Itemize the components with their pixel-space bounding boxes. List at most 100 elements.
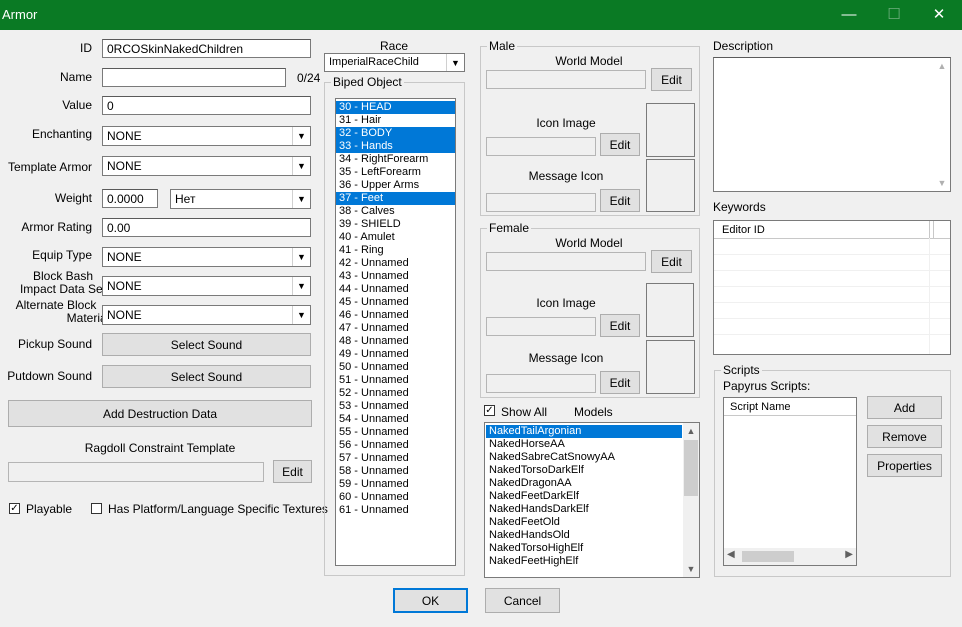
models-list-item[interactable]: NakedHandsDarkElf xyxy=(486,503,682,516)
male-world-model-field[interactable] xyxy=(486,70,646,89)
scroll-up-icon[interactable]: ▲ xyxy=(934,58,950,74)
biped-object-list-item[interactable]: 43 - Unnamed xyxy=(336,270,455,283)
models-listbox[interactable]: NakedTailArgonian NakedHorseAA NakedSabreC… xyxy=(484,422,700,578)
chevron-down-icon[interactable]: ▼ xyxy=(292,248,310,266)
male-icon-image-field[interactable] xyxy=(486,137,596,156)
add-script-button[interactable]: Add xyxy=(867,396,942,419)
scripts-list[interactable]: Script Name ◀ ▶ xyxy=(723,397,857,566)
female-message-icon-edit-button[interactable]: Edit xyxy=(600,371,640,394)
close-icon[interactable]: ✕ xyxy=(916,0,962,30)
weight-type-dropdown[interactable]: Нет ▼ xyxy=(170,189,311,209)
male-icon-image-edit-button[interactable]: Edit xyxy=(600,133,640,156)
models-list-item[interactable]: NakedTorsoDarkElf xyxy=(486,464,682,477)
male-message-icon-edit-button[interactable]: Edit xyxy=(600,189,640,212)
add-destruction-data-button[interactable]: Add Destruction Data xyxy=(8,400,312,427)
scripts-hscrollbar[interactable]: ◀ ▶ xyxy=(724,548,856,565)
biped-object-list-item[interactable]: 41 - Ring xyxy=(336,244,455,257)
alternate-block-dropdown[interactable]: NONE ▼ xyxy=(102,305,311,325)
biped-object-list-item[interactable]: 36 - Upper Arms xyxy=(336,179,455,192)
properties-button[interactable]: Properties xyxy=(867,454,942,477)
biped-object-list-item[interactable]: 61 - Unnamed xyxy=(336,504,455,517)
biped-object-list-item[interactable]: 58 - Unnamed xyxy=(336,465,455,478)
cancel-button[interactable]: Cancel xyxy=(485,588,560,613)
models-list-item[interactable]: NakedHorseAA xyxy=(486,438,682,451)
minimize-icon[interactable]: — xyxy=(826,0,872,30)
biped-object-list-item[interactable]: 42 - Unnamed xyxy=(336,257,455,270)
chevron-down-icon[interactable]: ▼ xyxy=(292,306,310,324)
biped-object-list-item[interactable]: 60 - Unnamed xyxy=(336,491,455,504)
biped-object-list-item[interactable]: 49 - Unnamed xyxy=(336,348,455,361)
platform-textures-checkbox[interactable] xyxy=(91,503,102,514)
biped-object-list-item[interactable]: 40 - Amulet xyxy=(336,231,455,244)
female-message-icon-field[interactable] xyxy=(486,374,596,393)
name-field[interactable] xyxy=(102,68,286,87)
playable-checkbox[interactable]: ✓ xyxy=(9,503,20,514)
ragdoll-field[interactable] xyxy=(8,462,264,482)
biped-object-list-item[interactable]: 51 - Unnamed xyxy=(336,374,455,387)
male-world-model-edit-button[interactable]: Edit xyxy=(651,68,692,91)
description-scrollbar[interactable]: ▲ ▼ xyxy=(934,58,950,191)
biped-object-list-item[interactable]: 47 - Unnamed xyxy=(336,322,455,335)
biped-object-list-item[interactable]: 59 - Unnamed xyxy=(336,478,455,491)
biped-object-list-item[interactable]: 39 - SHIELD xyxy=(336,218,455,231)
block-bash-dropdown[interactable]: NONE ▼ xyxy=(102,276,311,296)
equip-type-dropdown[interactable]: NONE ▼ xyxy=(102,247,311,267)
models-list-item[interactable]: NakedTorsoHighElf xyxy=(486,542,682,555)
biped-object-list-item[interactable]: 32 - BODY xyxy=(336,127,455,140)
editor-id-column-header[interactable]: Editor ID xyxy=(722,224,765,236)
biped-object-list[interactable]: 30 - HEAD 31 - Hair 32 - BODY 33 - Hands 34 … xyxy=(335,98,456,566)
chevron-down-icon[interactable]: ▼ xyxy=(292,157,310,175)
scroll-left-icon[interactable]: ◀ xyxy=(727,549,735,560)
female-world-model-field[interactable] xyxy=(486,252,646,271)
biped-object-list-item[interactable]: 34 - RightForearm xyxy=(336,153,455,166)
scroll-down-icon[interactable]: ▼ xyxy=(934,175,950,191)
scroll-up-icon[interactable]: ▲ xyxy=(683,423,699,439)
race-dropdown[interactable]: ImperialRaceChild ▼ xyxy=(324,53,465,72)
biped-object-list-item[interactable]: 53 - Unnamed xyxy=(336,400,455,413)
chevron-down-icon[interactable]: ▼ xyxy=(292,127,310,145)
models-scrollbar[interactable]: ▲ ▼ xyxy=(683,423,699,577)
value-field[interactable]: 0 xyxy=(102,96,311,115)
scroll-thumb[interactable] xyxy=(742,551,794,562)
models-list-item[interactable]: NakedTailArgonian xyxy=(486,425,682,438)
male-message-icon-field[interactable] xyxy=(486,193,596,212)
biped-object-list-item[interactable]: 30 - HEAD xyxy=(336,101,455,114)
models-list-item[interactable]: NakedSabreCatSnowyAA xyxy=(486,451,682,464)
biped-object-list-item[interactable]: 45 - Unnamed xyxy=(336,296,455,309)
scroll-down-icon[interactable]: ▼ xyxy=(683,561,699,577)
biped-object-list-item[interactable]: 57 - Unnamed xyxy=(336,452,455,465)
models-list-item[interactable]: NakedFeetDarkElf xyxy=(486,490,682,503)
biped-object-list-item[interactable]: 46 - Unnamed xyxy=(336,309,455,322)
scroll-right-icon[interactable]: ▶ xyxy=(845,549,853,560)
pickup-select-sound-button[interactable]: Select Sound xyxy=(102,333,311,356)
keywords-list[interactable]: Editor ID xyxy=(713,220,951,355)
ragdoll-edit-button[interactable]: Edit xyxy=(273,460,312,483)
female-icon-image-edit-button[interactable]: Edit xyxy=(600,314,640,337)
biped-object-list-item[interactable]: 50 - Unnamed xyxy=(336,361,455,374)
show-all-checkbox[interactable]: ✓ xyxy=(484,405,495,416)
armor-rating-field[interactable]: 0.00 xyxy=(102,218,311,237)
chevron-down-icon[interactable]: ▼ xyxy=(292,277,310,295)
ok-button[interactable]: OK xyxy=(393,588,468,613)
biped-object-list-item[interactable]: 54 - Unnamed xyxy=(336,413,455,426)
chevron-down-icon[interactable]: ▼ xyxy=(446,54,464,71)
enchanting-dropdown[interactable]: NONE ▼ xyxy=(102,126,311,146)
description-textarea[interactable]: ▲ ▼ xyxy=(713,57,951,192)
biped-object-list-item[interactable]: 55 - Unnamed xyxy=(336,426,455,439)
biped-object-list-item[interactable]: 33 - Hands xyxy=(336,140,455,153)
putdown-select-sound-button[interactable]: Select Sound xyxy=(102,365,311,388)
biped-object-list-item[interactable]: 38 - Calves xyxy=(336,205,455,218)
female-world-model-edit-button[interactable]: Edit xyxy=(651,250,692,273)
biped-object-list-item[interactable]: 56 - Unnamed xyxy=(336,439,455,452)
id-field[interactable]: 0RCOSkinNakedChildren xyxy=(102,39,311,58)
remove-script-button[interactable]: Remove xyxy=(867,425,942,448)
biped-object-list-item[interactable]: 52 - Unnamed xyxy=(336,387,455,400)
models-list-item[interactable]: NakedFeetHighElf xyxy=(486,555,682,568)
scroll-thumb[interactable] xyxy=(684,440,698,496)
script-name-column-header[interactable]: Script Name xyxy=(730,401,791,413)
female-icon-image-field[interactable] xyxy=(486,317,596,336)
models-list-item[interactable]: NakedDragonAA xyxy=(486,477,682,490)
biped-object-list-item[interactable]: 44 - Unnamed xyxy=(336,283,455,296)
biped-object-list-item[interactable]: 37 - Feet xyxy=(336,192,455,205)
chevron-down-icon[interactable]: ▼ xyxy=(292,190,310,208)
